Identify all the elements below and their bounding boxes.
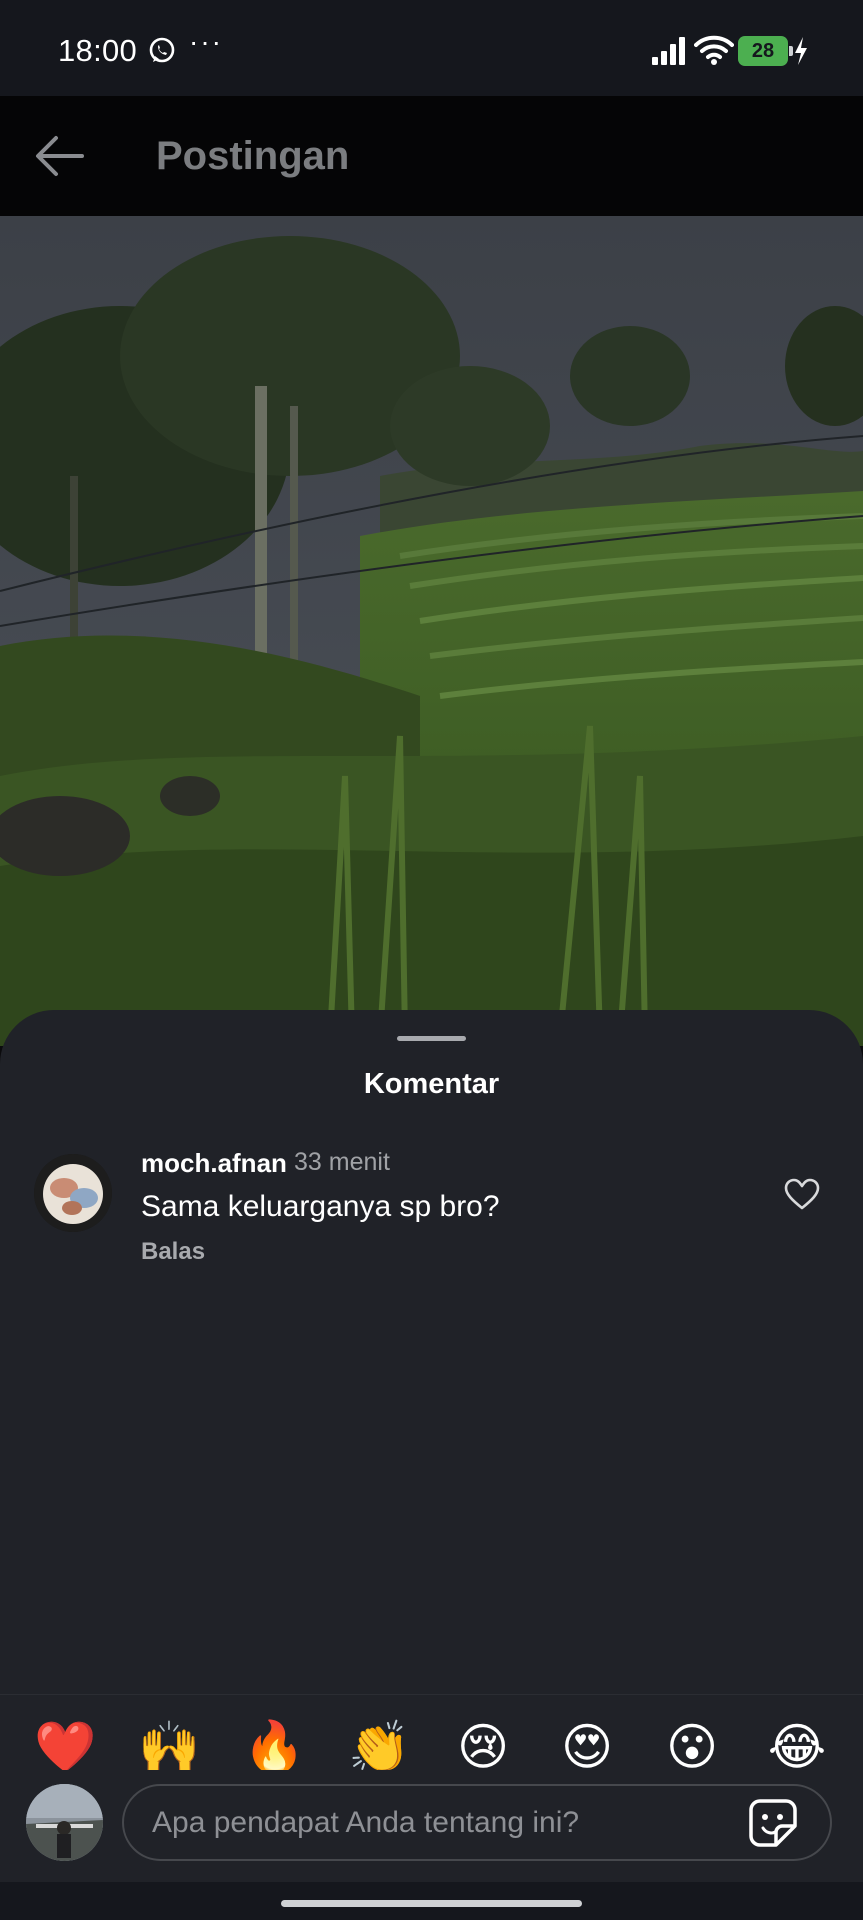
emoji-raised-hands[interactable]: 🙌 bbox=[138, 1717, 200, 1777]
signal-icon bbox=[652, 37, 685, 65]
avatar-image bbox=[34, 1154, 112, 1232]
whatsapp-icon bbox=[149, 37, 175, 63]
charging-icon bbox=[795, 37, 807, 65]
home-indicator[interactable] bbox=[281, 1900, 582, 1907]
user-avatar bbox=[26, 1784, 103, 1861]
battery-icon: 28 bbox=[738, 36, 793, 66]
emoji-heart[interactable]: ❤️ bbox=[34, 1717, 96, 1777]
arrow-left-icon[interactable] bbox=[34, 134, 86, 178]
heart-outline-icon[interactable] bbox=[784, 1178, 820, 1210]
reply-button[interactable]: Balas bbox=[141, 1238, 205, 1266]
wifi-icon bbox=[694, 35, 734, 65]
emoji-clap[interactable]: 👏 bbox=[348, 1717, 410, 1777]
comment-input-row bbox=[0, 1770, 863, 1882]
app-header: Postingan bbox=[0, 96, 863, 216]
emoji-crying[interactable]: 😢 bbox=[453, 1717, 513, 1777]
system-nav-bar bbox=[0, 1882, 863, 1920]
emoji-heart-eyes[interactable]: 😍 bbox=[557, 1717, 617, 1777]
comment-username[interactable]: moch.afnan bbox=[141, 1148, 287, 1179]
comment-time: 33 menit bbox=[294, 1148, 390, 1176]
page-title: Postingan bbox=[156, 134, 350, 178]
status-time: 18:00 bbox=[58, 33, 138, 68]
user-avatar-image bbox=[26, 1784, 103, 1861]
landscape-photo bbox=[0, 216, 863, 1046]
sheet-title: Komentar bbox=[363, 1068, 500, 1100]
comment-text: Sama keluarganya sp bro? bbox=[141, 1190, 500, 1223]
drag-handle[interactable] bbox=[397, 1036, 466, 1041]
comment-input[interactable] bbox=[122, 1784, 832, 1861]
emoji-joy[interactable]: 😂 bbox=[767, 1717, 827, 1777]
more-dots-icon: ··· bbox=[189, 26, 223, 57]
avatar[interactable] bbox=[34, 1154, 112, 1232]
sticker-icon[interactable] bbox=[748, 1798, 798, 1848]
emoji-fire[interactable]: 🔥 bbox=[243, 1717, 305, 1777]
status-bar: 18:00 ··· 28 bbox=[0, 0, 863, 96]
post-image[interactable] bbox=[0, 216, 863, 1046]
emoji-surprised[interactable]: 😮 bbox=[662, 1717, 722, 1777]
